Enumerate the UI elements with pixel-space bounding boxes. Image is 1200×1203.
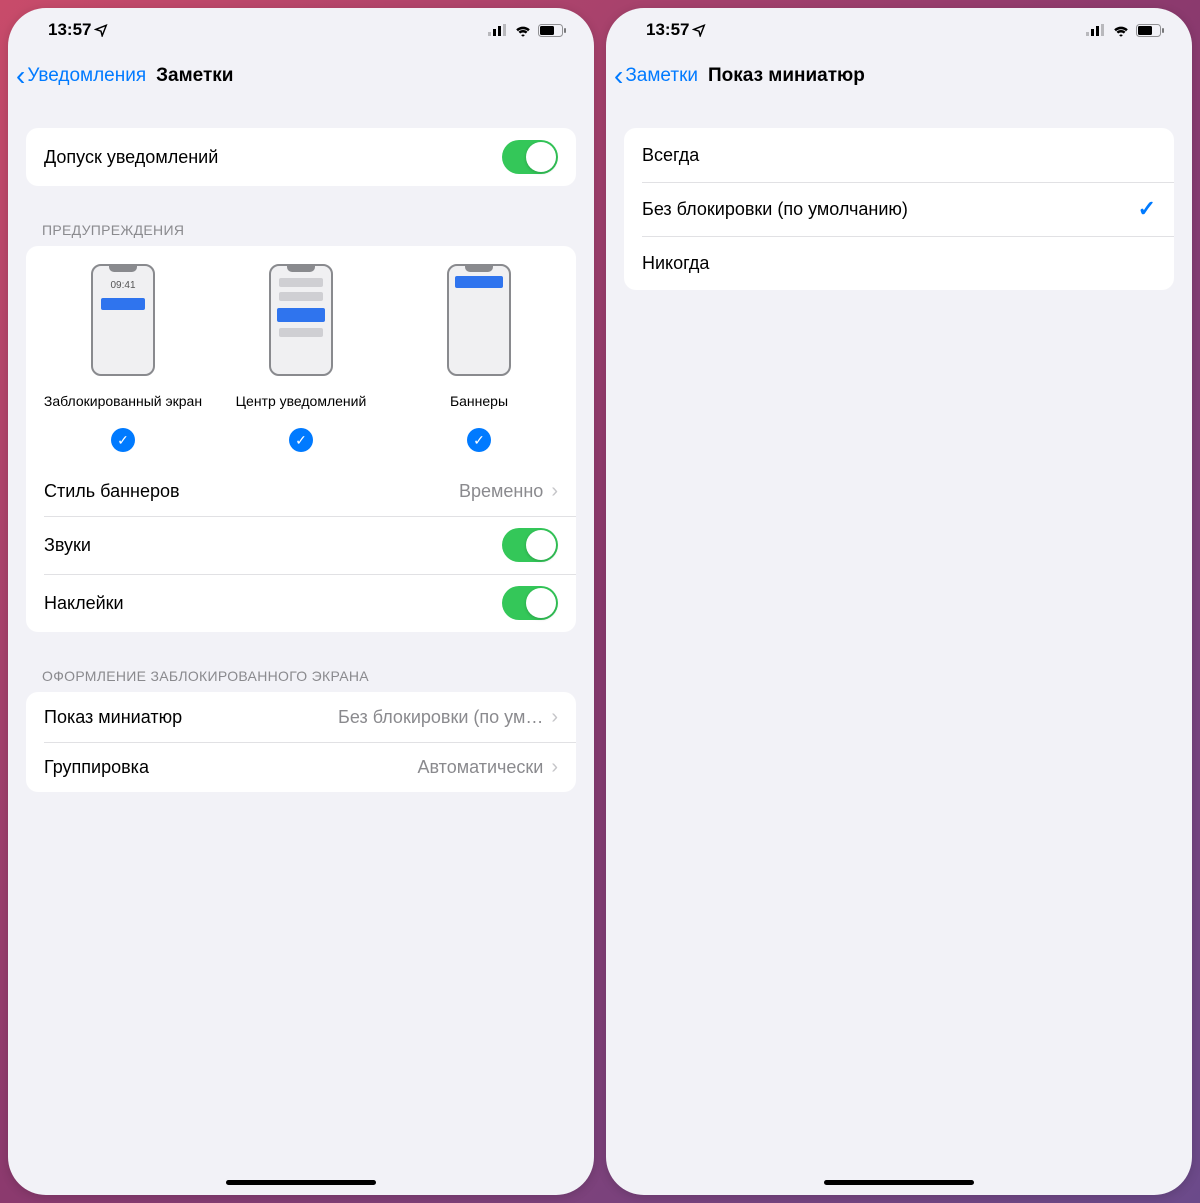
home-indicator[interactable]: [824, 1180, 974, 1185]
option-label: Без блокировки (по умолчанию): [642, 199, 1138, 220]
page-title: Заметки: [156, 65, 233, 87]
alert-option-notification-center[interactable]: Центр уведомлений ✓: [212, 264, 390, 452]
back-button[interactable]: ‹ Уведомления: [16, 62, 146, 90]
alerts-options: 09:41 Заблокированный экран ✓ Центр увед…: [26, 246, 576, 466]
badges-toggle[interactable]: [502, 586, 558, 620]
option-always[interactable]: Всегда: [624, 128, 1174, 182]
location-icon: [692, 23, 706, 37]
status-bar: 13:57: [606, 8, 1192, 52]
option-label: Всегда: [642, 145, 1156, 166]
banner-style-row[interactable]: Стиль баннеров Временно ›: [26, 466, 576, 516]
option-when-unlocked[interactable]: Без блокировки (по умолчанию) ✓: [624, 182, 1174, 236]
banner-mock-icon: [447, 264, 511, 376]
page-title: Показ миниатюр: [708, 65, 865, 87]
row-value: Временно: [459, 481, 543, 502]
status-time: 13:57: [48, 20, 91, 40]
option-never[interactable]: Никогда: [624, 236, 1174, 290]
alert-option-banners[interactable]: Баннеры ✓: [390, 264, 568, 452]
battery-icon: [1136, 24, 1164, 37]
alert-option-lockscreen[interactable]: 09:41 Заблокированный экран ✓: [34, 264, 212, 452]
chevron-right-icon: ›: [551, 756, 558, 779]
grouping-row[interactable]: Группировка Автоматически ›: [26, 742, 576, 792]
phone-left-notifications-settings: 13:57 ‹ Уведомления Заметки Допуск уведо…: [8, 8, 594, 1195]
check-icon: ✓: [467, 428, 491, 452]
sounds-toggle[interactable]: [502, 528, 558, 562]
back-label: Заметки: [625, 65, 698, 87]
content-scroll[interactable]: Всегда Без блокировки (по умолчанию) ✓ Н…: [606, 100, 1192, 1195]
alerts-header: ПРЕДУПРЕЖДЕНИЯ: [8, 222, 594, 246]
alert-label: Баннеры: [450, 384, 508, 420]
badges-row[interactable]: Наклейки: [26, 574, 576, 632]
check-icon: ✓: [111, 428, 135, 452]
chevron-left-icon: ‹: [614, 62, 623, 90]
option-label: Никогда: [642, 253, 1156, 274]
row-value: Автоматически: [417, 757, 543, 778]
alert-label: Центр уведомлений: [236, 384, 367, 420]
notification-center-mock-icon: [269, 264, 333, 376]
back-button[interactable]: ‹ Заметки: [614, 62, 698, 90]
chevron-right-icon: ›: [551, 706, 558, 729]
lockscreen-mock-icon: 09:41: [91, 264, 155, 376]
preview-options-list: Всегда Без блокировки (по умолчанию) ✓ Н…: [624, 128, 1174, 290]
sounds-row[interactable]: Звуки: [26, 516, 576, 574]
nav-bar: ‹ Заметки Показ миниатюр: [606, 52, 1192, 100]
allow-notifications-row[interactable]: Допуск уведомлений: [26, 128, 576, 186]
row-label: Стиль баннеров: [44, 481, 459, 502]
home-indicator[interactable]: [226, 1180, 376, 1185]
check-icon: ✓: [289, 428, 313, 452]
nav-bar: ‹ Уведомления Заметки: [8, 52, 594, 100]
content-scroll[interactable]: Допуск уведомлений ПРЕДУПРЕЖДЕНИЯ 09:41 …: [8, 100, 594, 1195]
wifi-icon: [1112, 24, 1130, 37]
row-label: Группировка: [44, 757, 417, 778]
row-value: Без блокировки (по ум…: [338, 707, 543, 728]
lockscreen-header: ОФОРМЛЕНИЕ ЗАБЛОКИРОВАННОГО ЭКРАНА: [8, 668, 594, 692]
back-label: Уведомления: [27, 65, 146, 87]
check-icon: ✓: [1138, 196, 1156, 222]
status-bar: 13:57: [8, 8, 594, 52]
row-label: Допуск уведомлений: [44, 147, 502, 168]
show-previews-row[interactable]: Показ миниатюр Без блокировки (по ум… ›: [26, 692, 576, 742]
battery-icon: [538, 24, 566, 37]
alert-label: Заблокированный экран: [44, 384, 202, 420]
row-label: Показ миниатюр: [44, 707, 338, 728]
cellular-icon: [1086, 24, 1106, 36]
status-time: 13:57: [646, 20, 689, 40]
allow-notifications-toggle[interactable]: [502, 140, 558, 174]
chevron-right-icon: ›: [551, 480, 558, 503]
phone-right-show-previews: 13:57 ‹ Заметки Показ миниатюр Всегда Бе…: [606, 8, 1192, 1195]
cellular-icon: [488, 24, 508, 36]
location-icon: [94, 23, 108, 37]
chevron-left-icon: ‹: [16, 62, 25, 90]
row-label: Звуки: [44, 535, 502, 556]
row-label: Наклейки: [44, 593, 502, 614]
wifi-icon: [514, 24, 532, 37]
